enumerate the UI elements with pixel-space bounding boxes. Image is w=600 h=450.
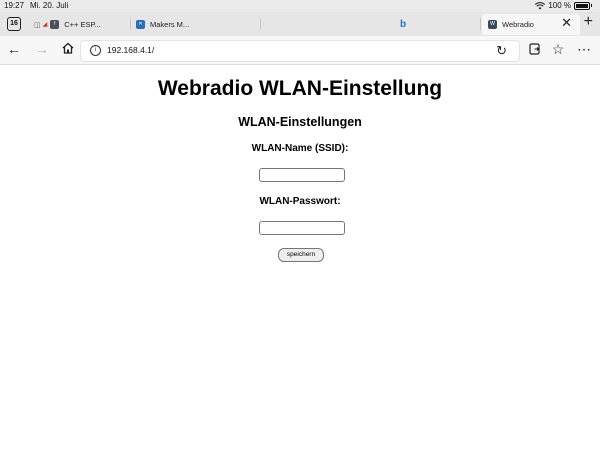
tab-makers[interactable]: ✕ Makers M... xyxy=(136,14,189,35)
tab-cpp-esp[interactable]: ◫ ◢ f C++ ESP... xyxy=(34,14,101,35)
bing-icon: b xyxy=(400,19,407,30)
ssid-label: WLAN-Name (SSID): xyxy=(251,143,349,154)
wifi-icon xyxy=(535,1,546,9)
battery-percent: 100 % xyxy=(548,1,571,10)
back-icon[interactable]: ← xyxy=(6,41,22,57)
status-right: 100 % xyxy=(535,1,592,10)
home-icon[interactable] xyxy=(60,41,76,57)
forward-icon[interactable]: → xyxy=(34,41,50,57)
share-icon[interactable] xyxy=(526,41,542,57)
password-label: WLAN-Passwort: xyxy=(259,196,341,207)
makers-icon: ✕ xyxy=(136,20,145,29)
tab-label: C++ ESP... xyxy=(64,20,101,29)
address-bar[interactable]: i 192.168.4.1/ ↻ xyxy=(80,40,520,62)
web-page: Webradio WLAN-Einstellung WLAN-Einstellu… xyxy=(0,65,600,450)
battery-icon xyxy=(574,1,590,10)
status-time: 19:27 xyxy=(4,1,25,10)
page-title: Webradio WLAN-Einstellung xyxy=(157,77,443,100)
tab-label: Makers M... xyxy=(150,20,190,29)
tab-count-button[interactable]: 16 xyxy=(7,17,21,31)
tab-strip: 16 ◫ ◢ f C++ ESP... ✕ Makers M... b W We… xyxy=(0,12,600,36)
reload-icon[interactable]: ↻ xyxy=(496,43,507,59)
generic-site-icon: f xyxy=(50,20,60,29)
info-icon[interactable]: i xyxy=(90,45,101,56)
url-text[interactable]: 192.168.4.1/ xyxy=(107,45,154,55)
more-menu-icon[interactable]: ⋯ xyxy=(576,41,592,57)
browser-toolbar: ← → i 192.168.4.1/ ↻ ☆ ⋯ xyxy=(0,36,600,65)
webradio-icon: W xyxy=(488,20,497,29)
sound-icon: ◫ xyxy=(34,21,41,29)
new-tab-icon[interactable]: + xyxy=(584,13,593,31)
red-mark-icon: ◢ xyxy=(42,22,48,28)
save-button[interactable]: speichern xyxy=(278,248,324,262)
tab-label: Webradio xyxy=(502,20,534,29)
tab-bing[interactable]: b xyxy=(400,14,406,35)
status-bar: 19:27 Mi. 20. Juli 100 % xyxy=(0,0,600,12)
ssid-input[interactable] xyxy=(259,168,345,182)
password-input[interactable] xyxy=(259,221,345,235)
status-date: Mi. 20. Juli xyxy=(30,1,69,10)
close-tab-icon[interactable]: ✕ xyxy=(561,16,572,29)
page-subtitle: WLAN-Einstellungen xyxy=(238,115,362,129)
favorites-star-icon[interactable]: ☆ xyxy=(550,41,566,57)
